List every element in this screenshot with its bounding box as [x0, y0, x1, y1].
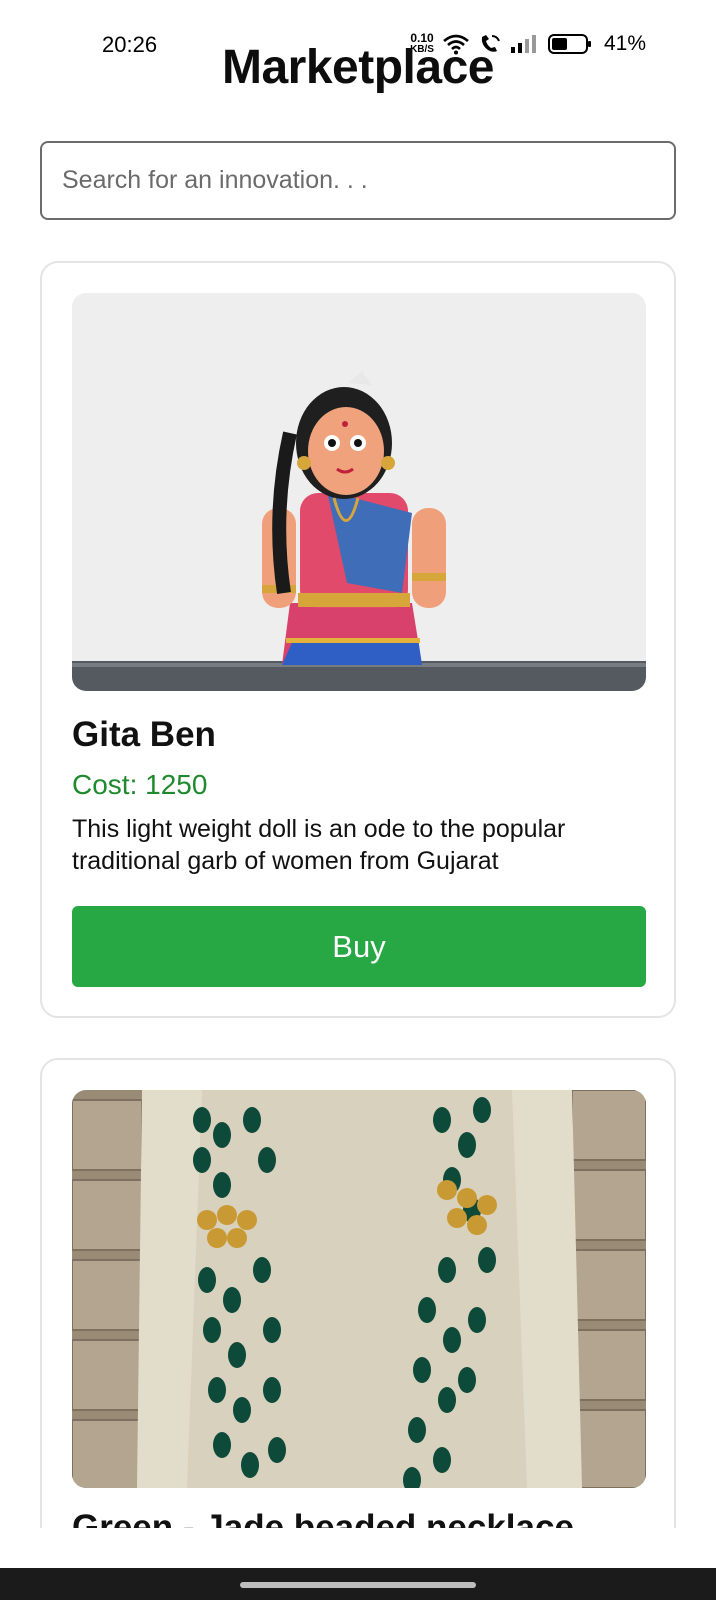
product-card: Gita Ben Cost: 1250 This light weight do… — [40, 261, 676, 1018]
buy-button[interactable]: Buy — [72, 906, 646, 987]
product-description: This light weight doll is an ode to the … — [72, 815, 566, 875]
product-name: Gita Ben — [72, 715, 216, 754]
product-feed[interactable]: Gita Ben Cost: 1250 This light weight do… — [0, 0, 716, 1528]
product-cost: Cost: 1250 — [72, 769, 208, 800]
system-navigation-bar — [0, 1568, 716, 1600]
marketplace-screen: Gita Ben Cost: 1250 This light weight do… — [0, 0, 716, 1600]
page-title: Marketplace — [222, 41, 494, 94]
product-image-doll[interactable] — [72, 293, 646, 691]
product-name: Green - Jade beaded necklace — [72, 1508, 574, 1528]
home-gesture-handle[interactable] — [240, 1582, 476, 1588]
product-card: Green - Jade beaded necklace — [40, 1058, 676, 1528]
search-box — [40, 141, 676, 220]
product-image-necklace[interactable] — [72, 1090, 646, 1488]
search-input[interactable] — [62, 166, 674, 195]
necklace-picture — [72, 1090, 646, 1488]
doll-picture — [72, 293, 646, 691]
